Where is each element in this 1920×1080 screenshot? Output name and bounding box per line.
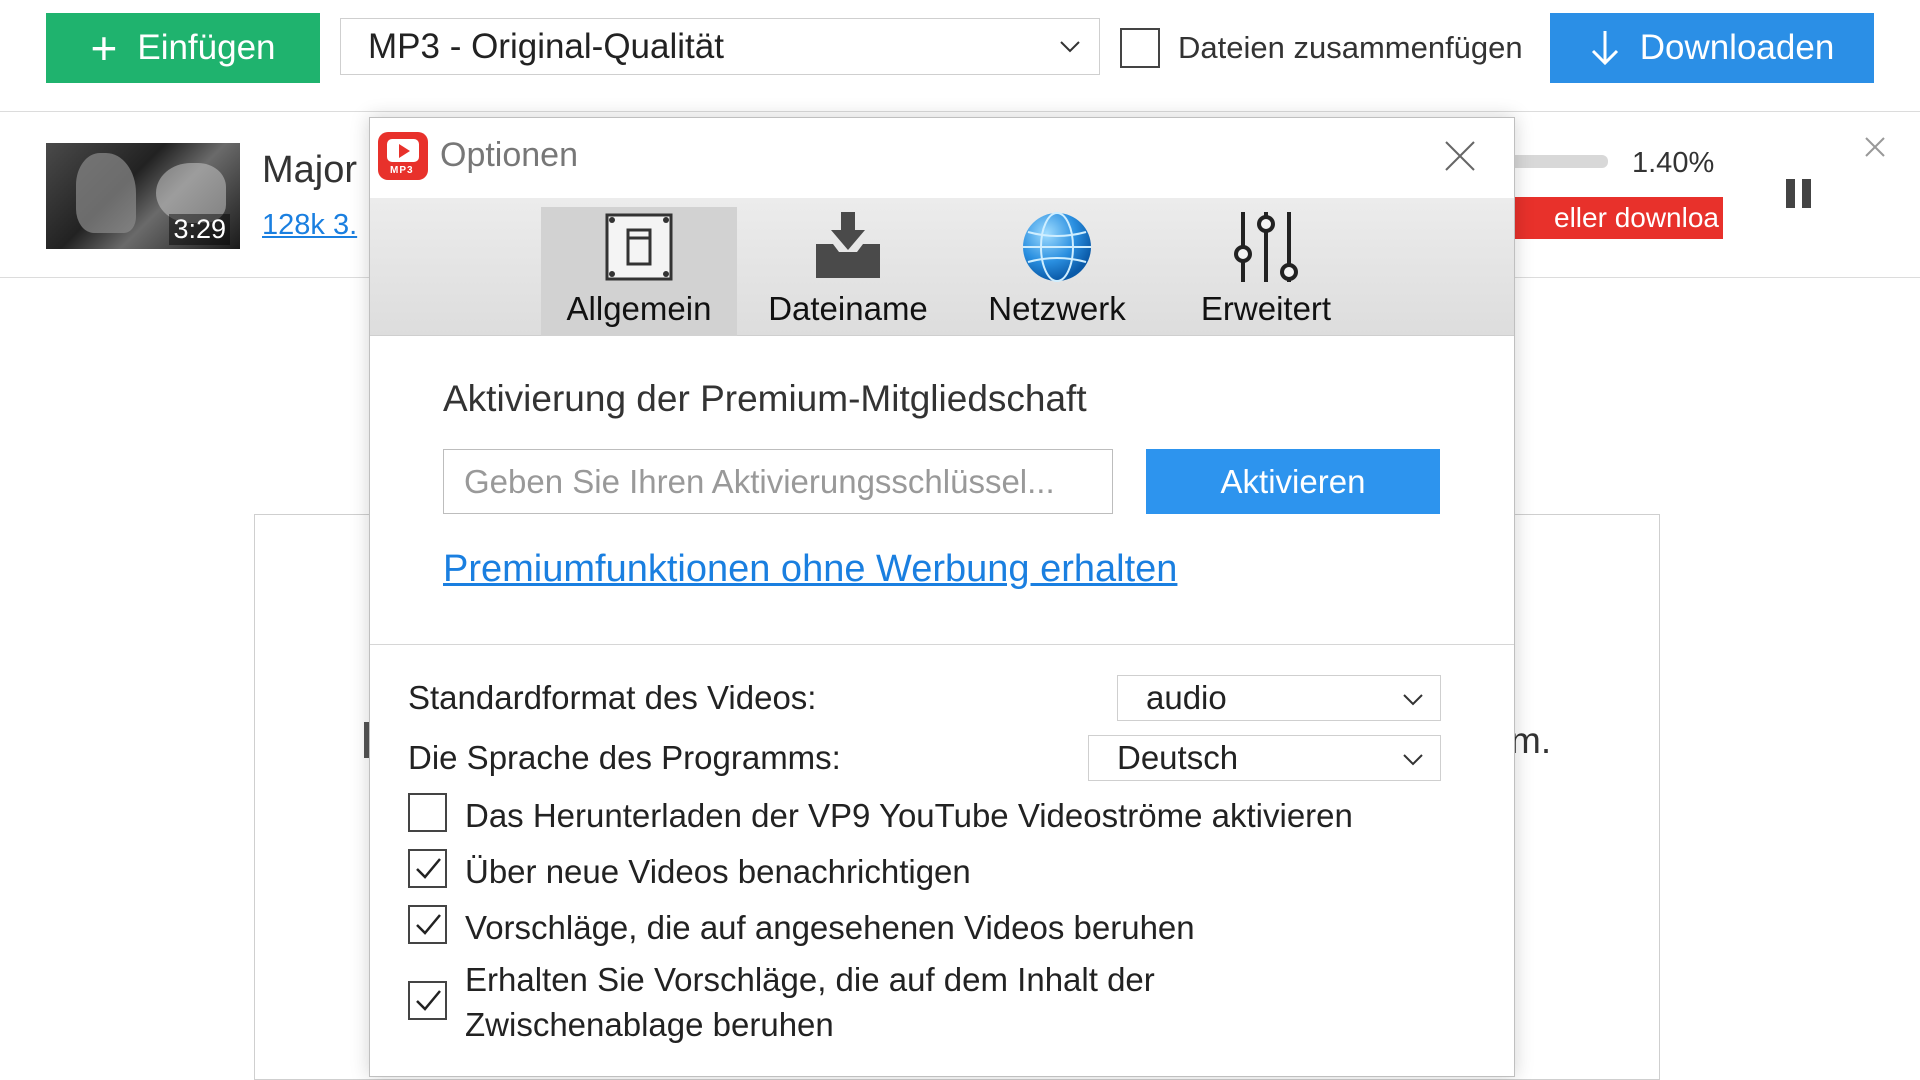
- checkmark-icon: [415, 913, 441, 935]
- tab-advanced-label: Erweitert: [1200, 290, 1332, 327]
- checkmark-icon: [415, 857, 441, 879]
- merge-files-label: Dateien zusammenfügen: [1178, 30, 1523, 65]
- faster-download-button[interactable]: eller downloa: [1508, 197, 1723, 239]
- background-text-fragment: m.: [1510, 720, 1552, 761]
- video-format-dropdown[interactable]: audio: [1117, 675, 1441, 721]
- format-dropdown-value: MP3 - Original-Qualität: [368, 26, 724, 66]
- notify-new-videos-label: Über neue Videos benachrichtigen: [465, 853, 971, 890]
- general-settings-icon: [605, 213, 673, 281]
- chevron-down-icon: [1403, 694, 1423, 706]
- video-format-value: audio: [1146, 679, 1227, 716]
- tab-filename[interactable]: Dateiname: [750, 207, 946, 336]
- premium-features-link[interactable]: Premiumfunktionen ohne Werbung erhalten: [443, 548, 1177, 591]
- file-download-icon: [816, 212, 880, 278]
- language-dropdown[interactable]: Deutsch: [1088, 735, 1441, 781]
- video-title: Major: [262, 149, 358, 191]
- paste-button[interactable]: + Einfügen: [46, 13, 320, 83]
- tab-advanced[interactable]: Erweitert: [1168, 207, 1364, 336]
- language-label: Die Sprache des Programms:: [408, 739, 841, 776]
- globe-icon: [1023, 212, 1091, 282]
- vp9-download-label: Das Herunterladen der VP9 YouTube Videos…: [465, 797, 1353, 834]
- pause-icon[interactable]: [1786, 179, 1812, 208]
- language-value: Deutsch: [1117, 739, 1239, 776]
- video-format-label: Standardformat des Videos:: [408, 679, 817, 716]
- general-options-section: Standardformat des Videos: audio Die Spr…: [370, 645, 1514, 1078]
- merge-files-checkbox[interactable]: [1120, 28, 1160, 68]
- video-duration: 3:29: [169, 214, 230, 245]
- tab-network-label: Netzwerk: [988, 290, 1126, 327]
- download-progress-bar: [1508, 155, 1608, 168]
- checkmark-icon: [415, 989, 441, 1011]
- video-thumbnail[interactable]: 3:29: [46, 143, 240, 249]
- tab-filename-label: Dateiname: [768, 290, 928, 327]
- faster-download-label: eller downloa: [1554, 202, 1719, 233]
- tab-general[interactable]: Allgemein: [541, 207, 737, 336]
- dialog-titlebar: MP3 Optionen: [370, 118, 1514, 198]
- merge-files-option[interactable]: Dateien zusammenfügen: [1120, 26, 1523, 70]
- dialog-title: Optionen: [440, 136, 578, 174]
- arrow-down-icon: [1591, 31, 1618, 66]
- activation-key-input[interactable]: [443, 449, 1113, 514]
- close-icon[interactable]: [1864, 136, 1886, 158]
- paste-button-label: Einfügen: [137, 28, 276, 67]
- options-dialog: MP3 Optionen Allgemein Dateiname Netzwer…: [369, 117, 1515, 1077]
- chevron-down-icon: [1060, 41, 1080, 53]
- video-quality-link[interactable]: 128k 3.: [262, 209, 357, 242]
- chevron-down-icon: [1403, 754, 1423, 766]
- main-toolbar: + Einfügen MP3 - Original-Qualität Datei…: [0, 0, 1920, 112]
- notify-new-videos-checkbox[interactable]: [408, 849, 447, 888]
- options-tab-bar: Allgemein Dateiname Netzwerk Erweitert: [370, 198, 1514, 336]
- sliders-icon: [1234, 212, 1298, 282]
- option-notify-new-videos[interactable]: Über neue Videos benachrichtigen: [408, 849, 971, 894]
- app-logo-icon: MP3: [378, 132, 428, 180]
- suggestions-watched-label: Vorschläge, die auf angesehenen Videos b…: [465, 909, 1195, 946]
- activate-button[interactable]: Aktivieren: [1146, 449, 1440, 514]
- option-suggestions-clipboard[interactable]: Erhalten Sie Vorschläge, die auf dem Inh…: [408, 957, 1308, 1047]
- tab-network[interactable]: Netzwerk: [959, 207, 1155, 336]
- tab-general-label: Allgemein: [566, 290, 712, 327]
- download-button[interactable]: Downloaden: [1550, 13, 1874, 83]
- download-button-label: Downloaden: [1639, 28, 1835, 67]
- premium-section: Aktivierung der Premium-Mitgliedschaft A…: [370, 336, 1514, 645]
- format-dropdown[interactable]: MP3 - Original-Qualität: [340, 18, 1100, 75]
- suggestions-watched-checkbox[interactable]: [408, 905, 447, 944]
- thumbnail-figure: [76, 153, 136, 233]
- suggestions-clipboard-label: Erhalten Sie Vorschläge, die auf dem Inh…: [465, 961, 1155, 1043]
- suggestions-clipboard-checkbox[interactable]: [408, 981, 447, 1020]
- option-suggestions-watched[interactable]: Vorschläge, die auf angesehenen Videos b…: [408, 905, 1195, 950]
- vp9-download-checkbox[interactable]: [408, 793, 447, 832]
- plus-icon: +: [90, 22, 118, 74]
- dialog-close-icon[interactable]: [1444, 140, 1476, 172]
- download-progress-percent: 1.40%: [1632, 147, 1715, 179]
- premium-heading: Aktivierung der Premium-Mitgliedschaft: [443, 378, 1087, 419]
- option-vp9-download[interactable]: Das Herunterladen der VP9 YouTube Videos…: [408, 793, 1353, 838]
